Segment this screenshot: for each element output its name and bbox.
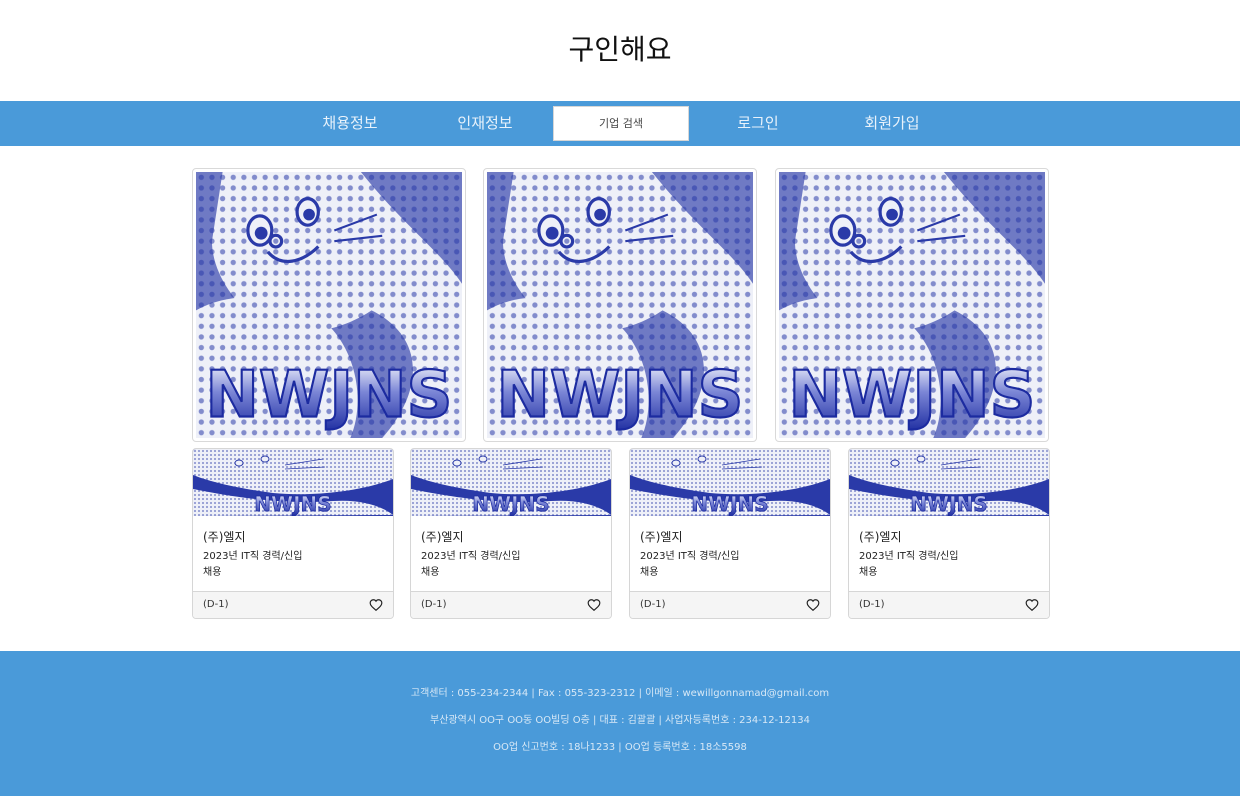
footer-contact: 고객센터 : 055-234-2344 | Fax : 055-323-2312… bbox=[410, 688, 830, 699]
card-title: 2023년 IT직 경력/신입 bbox=[640, 551, 740, 562]
card-subtitle: 채용 bbox=[640, 567, 659, 578]
card-description: 2023년 IT직 경력/신입 채용 bbox=[203, 549, 383, 581]
card-thumbnail bbox=[193, 449, 393, 516]
heart-icon[interactable] bbox=[369, 598, 383, 612]
card-dday: (D-1) bbox=[640, 599, 666, 610]
main-navbar: 채용정보 인재정보 기업 검색 로그인 회원가입 bbox=[0, 101, 1240, 146]
heart-icon[interactable] bbox=[1025, 598, 1039, 612]
site-footer: 고객센터 : 055-234-2344 | Fax : 055-323-2312… bbox=[0, 651, 1240, 796]
card-title: 2023년 IT직 경력/신입 bbox=[421, 551, 521, 562]
card-dday: (D-1) bbox=[421, 599, 447, 610]
card-company: (주)엘지 bbox=[640, 530, 683, 544]
job-card[interactable]: (주)엘지 2023년 IT직 경력/신입 채용 (D-1) bbox=[629, 448, 831, 619]
banner-image[interactable] bbox=[483, 168, 757, 442]
card-footer: (D-1) bbox=[630, 591, 830, 618]
card-thumbnail bbox=[411, 449, 611, 516]
nav-item-company-search[interactable]: 기업 검색 bbox=[553, 106, 689, 141]
card-description: 2023년 IT직 경력/신입 채용 bbox=[859, 549, 1039, 581]
nav-item-signup[interactable]: 회원가입 bbox=[852, 101, 932, 146]
card-footer: (D-1) bbox=[193, 591, 393, 618]
card-subtitle: 채용 bbox=[203, 567, 222, 578]
card-footer: (D-1) bbox=[849, 591, 1049, 618]
card-dday: (D-1) bbox=[203, 599, 229, 610]
site-title: 구인해요 bbox=[568, 33, 672, 66]
banner-image[interactable] bbox=[192, 168, 466, 442]
card-subtitle: 채용 bbox=[421, 567, 440, 578]
card-description: 2023년 IT직 경력/신입 채용 bbox=[640, 549, 820, 581]
card-title: 2023년 IT직 경력/신입 bbox=[859, 551, 959, 562]
nav-item-login[interactable]: 로그인 bbox=[718, 101, 798, 146]
nwjns-bunny-art bbox=[779, 172, 1045, 438]
job-card[interactable]: (주)엘지 2023년 IT직 경력/신입 채용 (D-1) bbox=[192, 448, 394, 619]
card-description: 2023년 IT직 경력/신입 채용 bbox=[421, 549, 601, 581]
footer-address: 부산광역시 OO구 OO동 OO빌딩 O층 | 대표 : 김괄괄 | 사업자등록… bbox=[430, 715, 810, 726]
card-title: 2023년 IT직 경력/신입 bbox=[203, 551, 303, 562]
nwjns-bunny-art bbox=[196, 172, 462, 438]
heart-icon[interactable] bbox=[587, 598, 601, 612]
card-thumbnail bbox=[630, 449, 830, 516]
banner-image[interactable] bbox=[775, 168, 1049, 442]
heart-icon[interactable] bbox=[806, 598, 820, 612]
nav-item-talent[interactable]: 인재정보 bbox=[445, 101, 525, 146]
card-dday: (D-1) bbox=[859, 599, 885, 610]
nav-item-jobs[interactable]: 채용정보 bbox=[310, 101, 390, 146]
card-company: (주)엘지 bbox=[203, 530, 246, 544]
card-company: (주)엘지 bbox=[421, 530, 464, 544]
job-card[interactable]: (주)엘지 2023년 IT직 경력/신입 채용 (D-1) bbox=[848, 448, 1050, 619]
card-thumbnail bbox=[849, 449, 1049, 516]
job-card[interactable]: (주)엘지 2023년 IT직 경력/신입 채용 (D-1) bbox=[410, 448, 612, 619]
card-subtitle: 채용 bbox=[859, 567, 878, 578]
footer-registration: OO업 신고번호 : 18나1233 | OO업 등록번호 : 18소5598 bbox=[493, 742, 747, 753]
card-company: (주)엘지 bbox=[859, 530, 902, 544]
nwjns-bunny-art bbox=[487, 172, 753, 438]
card-footer: (D-1) bbox=[411, 591, 611, 618]
